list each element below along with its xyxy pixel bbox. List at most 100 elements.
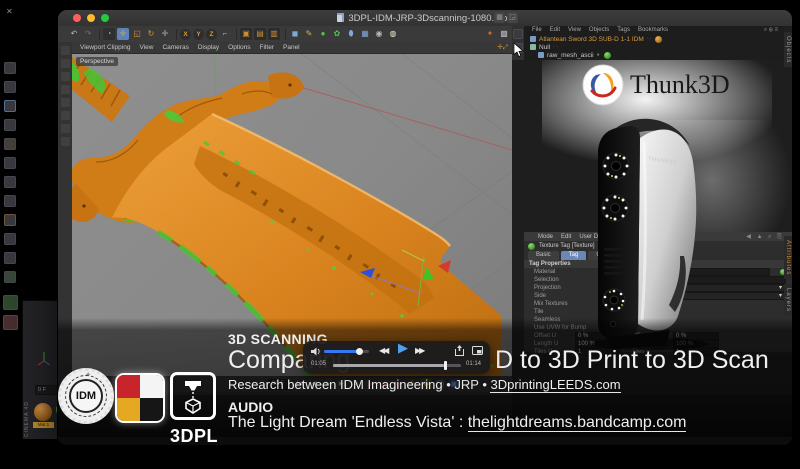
last-tool-icon[interactable]: ✛ (159, 28, 171, 40)
axis-y-button[interactable]: Y (193, 29, 204, 40)
volume-slider[interactable] (324, 350, 369, 353)
object-item[interactable]: Null ◦◦ (524, 43, 784, 51)
document-icon (337, 13, 344, 22)
3d-printer-icon (170, 372, 216, 420)
add-deformer-icon[interactable]: ✿ (331, 28, 343, 40)
rotate-tool-icon[interactable]: ↻ (145, 28, 157, 40)
viewport-menu-item[interactable]: View (139, 44, 153, 51)
bg-tool-icon[interactable] (4, 81, 16, 93)
progress-scrubber[interactable] (444, 361, 447, 370)
toolbar-end-icon2[interactable]: ▩ (498, 28, 510, 40)
viewport-menu: Viewport Clipping View Cameras Display O… (72, 42, 512, 54)
add-light-icon[interactable]: ◍ (387, 28, 399, 40)
coord-system-icon[interactable]: ⌐ (219, 28, 231, 40)
bg-tool-icon[interactable] (4, 252, 16, 264)
rewind-button[interactable]: ◀◀ (379, 346, 387, 356)
render-view-icon[interactable]: ▣ (240, 28, 252, 40)
bg-tool-icon[interactable] (4, 157, 16, 169)
scale-tool-icon[interactable]: ◱ (131, 28, 143, 40)
axis-z-button[interactable]: Z (206, 29, 217, 40)
tab-objects[interactable]: Objects (784, 32, 792, 67)
mouse-cursor (513, 43, 524, 58)
om-search-icon[interactable]: ⌕ ⊕ ≡ (764, 27, 778, 35)
volume-icon[interactable] (311, 347, 321, 356)
object-item[interactable]: raw_mesh_ascii ● (524, 51, 784, 59)
object-item[interactable]: Atlantean Sword 3D SUB-D 1-1 IDM ◦◦ (524, 35, 784, 43)
undo-icon[interactable]: ↶ (68, 28, 80, 40)
play-button[interactable]: ▶ (398, 343, 408, 353)
redo-icon[interactable]: ↷ (82, 28, 94, 40)
window-titlebar[interactable]: 3DPL-IDM-JRP-3Dscanning-1080.mpg ▦ ◲ (58, 10, 792, 27)
tab-tag[interactable]: Tag (561, 251, 587, 260)
om-menu-item[interactable]: Objects (589, 27, 609, 35)
add-generator-icon[interactable]: ● (317, 28, 329, 40)
material-tag-icon[interactable] (655, 36, 662, 43)
fast-forward-button[interactable]: ▶▶ (415, 346, 423, 356)
render-settings-icon[interactable]: ▥ (268, 28, 280, 40)
progress-bar[interactable] (333, 364, 461, 367)
bg-tool-icon[interactable] (4, 62, 16, 74)
om-menu-item[interactable]: Bookmarks (638, 27, 668, 35)
add-plane-icon[interactable]: ▦ (359, 28, 371, 40)
mode-icon[interactable] (61, 85, 70, 94)
mode-icon[interactable] (61, 137, 70, 146)
visibility-dots[interactable]: ● (597, 52, 601, 58)
tab-attributes[interactable]: Attributes (784, 236, 792, 279)
palette-icon[interactable] (513, 29, 523, 39)
axis-x-button[interactable]: X (180, 29, 191, 40)
titlebar-layout-icon[interactable]: ▦ (494, 12, 505, 23)
bg-tool-icon[interactable] (3, 315, 18, 330)
toolbar-end-icon[interactable]: ✦ (484, 28, 496, 40)
viewport-menu-item[interactable]: Viewport Clipping (80, 44, 130, 51)
add-spline-icon[interactable]: ✎ (303, 28, 315, 40)
bg-tool-icon[interactable] (4, 138, 16, 150)
add-ellipse-icon[interactable]: ⬮ (345, 28, 357, 40)
volume-knob[interactable] (356, 348, 363, 355)
bg-tool-icon[interactable] (4, 100, 16, 112)
mode-icon[interactable] (61, 98, 70, 107)
om-menu-item[interactable]: Edit (550, 27, 560, 35)
bg-tool-icon[interactable] (3, 295, 18, 310)
tab-basic[interactable]: Basic (528, 251, 559, 260)
share-icon[interactable] (455, 345, 464, 356)
om-menu-item[interactable]: Tags (617, 27, 630, 35)
move-tool-icon[interactable]: ✛ (117, 28, 129, 40)
bg-material-ball[interactable] (34, 403, 52, 421)
titlebar-panel-icon[interactable]: ◲ (507, 12, 518, 23)
material-tag-icon[interactable] (604, 52, 611, 59)
add-camera-icon[interactable]: ◉ (373, 28, 385, 40)
bg-tool-icon[interactable] (4, 176, 16, 188)
background-c4d-corner: 0 F Mat 1 L CINEMA 4D (22, 300, 61, 439)
mode-icon[interactable] (61, 46, 70, 55)
viewport-menu-item[interactable]: Display (198, 44, 219, 51)
render-picture-viewer-icon[interactable]: ▤ (254, 28, 266, 40)
mode-icon[interactable] (61, 124, 70, 133)
viewport-menu-item[interactable]: Panel (283, 44, 300, 51)
playback-controls[interactable]: ◀◀ ▶ ▶▶ 01:05 01:14 (303, 341, 490, 374)
attr-toolbar-icons[interactable]: ◀ ▲ ⌕ ⎘ (746, 233, 784, 241)
attr-menu-item[interactable]: Edit (561, 234, 571, 240)
visibility-dots[interactable]: ◦◦ (553, 44, 559, 50)
om-menu-item[interactable]: File (532, 27, 542, 35)
viewport-menu-item[interactable]: Cameras (162, 44, 188, 51)
mode-icon[interactable] (61, 111, 70, 120)
bg-tool-icon[interactable] (4, 233, 16, 245)
chevron-down-icon: ▾ (779, 293, 782, 299)
live-selection-icon[interactable]: ◔ (103, 28, 115, 40)
viewport-menu-item[interactable]: Filter (260, 44, 274, 51)
pip-icon[interactable] (472, 346, 483, 355)
mode-icon[interactable] (61, 59, 70, 68)
bg-tool-icon[interactable] (4, 119, 16, 131)
viewport-corner-icons[interactable]: ✛⤢ (497, 43, 508, 52)
mode-icon[interactable] (61, 72, 70, 81)
bg-tool-icon[interactable] (4, 195, 16, 207)
add-cube-icon[interactable]: ◼ (289, 28, 301, 40)
viewport-menu-item[interactable]: Options (228, 44, 250, 51)
om-menu-item[interactable]: View (568, 27, 581, 35)
visibility-dots[interactable]: ◦◦ (647, 36, 653, 42)
bg-tool-icon[interactable] (4, 214, 16, 226)
background-close-icon[interactable]: ✕ (6, 7, 13, 16)
bg-tool-icon[interactable] (4, 271, 16, 283)
attr-menu-item[interactable]: Mode (538, 234, 553, 240)
tab-layers[interactable]: Layers (784, 284, 792, 316)
